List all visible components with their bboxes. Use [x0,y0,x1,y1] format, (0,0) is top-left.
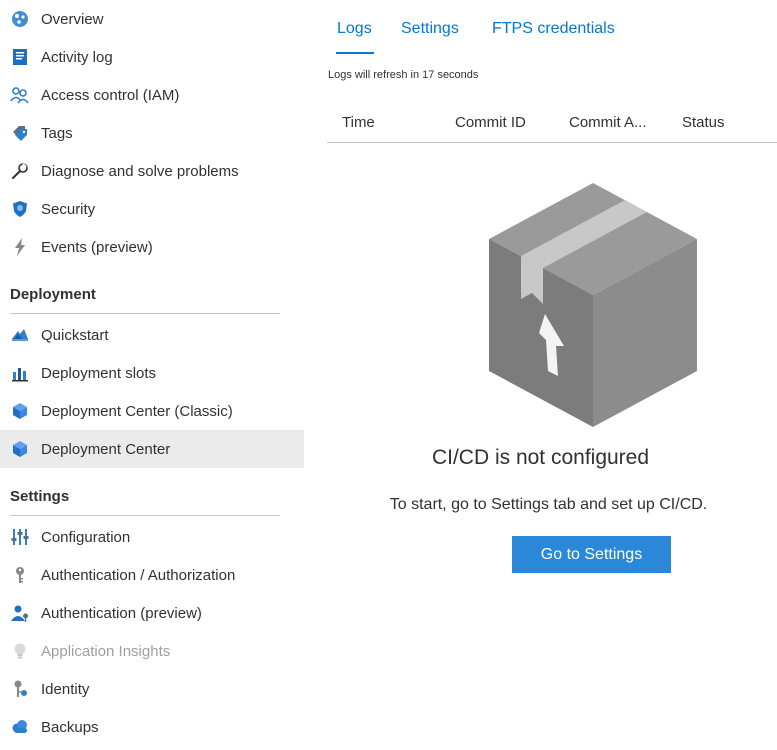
cube-icon [10,439,30,459]
sidebar-item-backups[interactable]: Backups [0,708,304,746]
sidebar-item-diagnose[interactable]: Diagnose and solve problems [0,152,304,190]
column-header-time[interactable]: Time [342,114,375,131]
sidebar: Overview Activity log Access control (IA… [0,0,304,750]
sidebar-item-authentication-authorization[interactable]: Authentication / Authorization [0,556,304,594]
overview-icon [10,9,30,29]
sidebar-item-label: Deployment slots [41,364,157,382]
sidebar-item-label: Deployment Center (Classic) [41,402,233,420]
sidebar-item-label: Backups [41,718,99,736]
section-divider [10,313,280,314]
section-title-settings: Settings [10,488,70,505]
sidebar-item-label: Configuration [41,528,131,546]
tag-icon [10,123,30,143]
lightbulb-icon [10,641,30,661]
empty-state-title: CI/CD is not configured [431,446,650,469]
tab-ftps-credentials[interactable]: FTPS credentials [492,20,615,38]
cloud-icon [10,717,30,737]
sidebar-item-tags[interactable]: Tags [0,114,304,152]
sidebar-item-overview[interactable]: Overview [0,0,304,38]
package-box-illustration [489,183,697,427]
column-header-commit-author[interactable]: Commit A... [569,114,647,131]
section-title-deployment: Deployment [10,286,96,303]
empty-state-description: To start, go to Settings tab and set up … [389,496,708,513]
shield-icon [10,199,30,219]
sidebar-item-label: Deployment Center [41,440,171,458]
sidebar-item-label: Tags [41,124,73,142]
sidebar-item-access-control[interactable]: Access control (IAM) [0,76,304,114]
sidebar-item-label: Identity [41,680,90,698]
key-icon [10,565,30,585]
people-icon [10,85,30,105]
sidebar-item-deployment-center[interactable]: Deployment Center [0,430,304,468]
sidebar-item-label: Application Insights [41,642,171,660]
sidebar-item-activity-log[interactable]: Activity log [0,38,304,76]
sidebar-item-label: Diagnose and solve problems [41,162,239,180]
sidebar-item-label: Activity log [41,48,113,66]
identity-icon [10,679,30,699]
sliders-icon [10,527,30,547]
sidebar-item-events[interactable]: Events (preview) [0,228,304,266]
sidebar-item-deployment-center-classic[interactable]: Deployment Center (Classic) [0,392,304,430]
wrench-icon [10,161,30,181]
column-header-commit-id[interactable]: Commit ID [455,114,526,131]
section-divider [10,515,280,516]
sidebar-item-deployment-slots[interactable]: Deployment slots [0,354,304,392]
quickstart-icon [10,325,30,345]
active-tab-indicator [336,52,374,54]
user-key-icon [10,603,30,623]
sidebar-item-label: Authentication / Authorization [41,566,236,584]
sidebar-item-label: Events (preview) [41,238,153,256]
sidebar-item-authentication-preview[interactable]: Authentication (preview) [0,594,304,632]
table-header-divider [327,142,777,143]
refresh-status: Logs will refresh in 17 seconds [328,69,479,81]
sidebar-item-quickstart[interactable]: Quickstart [0,316,304,354]
slots-icon [10,363,30,383]
sidebar-item-configuration[interactable]: Configuration [0,518,304,556]
column-header-status[interactable]: Status [682,114,725,131]
lightning-icon [10,237,30,257]
sidebar-item-identity[interactable]: Identity [0,670,304,708]
tab-settings[interactable]: Settings [401,20,459,38]
sidebar-item-label: Quickstart [41,326,109,344]
sidebar-item-label: Overview [41,10,104,28]
cube-icon [10,401,30,421]
sidebar-item-label: Access control (IAM) [41,86,180,104]
sidebar-item-security[interactable]: Security [0,190,304,228]
go-to-settings-button[interactable]: Go to Settings [512,536,671,573]
main-panel: Logs Settings FTPS credentials Logs will… [304,0,777,750]
sidebar-item-label: Security [41,200,96,218]
tab-logs[interactable]: Logs [337,20,372,38]
sidebar-item-application-insights[interactable]: Application Insights [0,632,304,670]
activity-log-icon [10,47,30,67]
sidebar-item-label: Authentication (preview) [41,604,202,622]
